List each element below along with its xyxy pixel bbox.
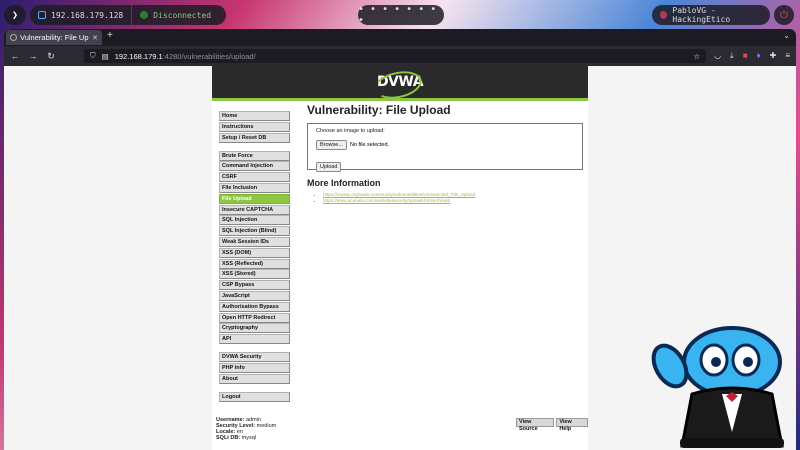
- security-level-value: medium: [256, 423, 277, 429]
- vpn-status: Disconnected: [153, 10, 212, 20]
- tab-vulnerability-file-upload[interactable]: Vulnerability: File Upload ✕: [6, 30, 102, 45]
- extension-icon[interactable]: ■: [743, 51, 748, 61]
- view-source-button[interactable]: View Source: [516, 418, 555, 432]
- dvwa-logo: DVWA: [376, 74, 424, 90]
- menu-item-authorisation-bypass[interactable]: Authorisation Bypass: [219, 301, 290, 312]
- vpn-icon: [140, 11, 149, 19]
- extensions-puzzle-icon[interactable]: ✚: [770, 51, 777, 61]
- fox-extension-icon[interactable]: ♦: [757, 51, 761, 61]
- menu-item-setup-reset-db[interactable]: Setup / Reset DB: [219, 132, 290, 143]
- user-label: PabloVG - HackingEtico: [672, 6, 731, 24]
- dvwa-header: DVWA: [212, 66, 588, 101]
- forward-arrow-icon[interactable]: →: [28, 51, 38, 61]
- back-arrow-icon[interactable]: ←: [10, 51, 20, 61]
- owasp-link[interactable]: https://owasp.org/www-community/vulnerab…: [323, 192, 475, 197]
- navigation-bar: ← → ↻ ⛉ ▤ 192.168.179.1 :4280/vulnerabil…: [4, 46, 796, 66]
- file-input[interactable]: Browse... No file selected.: [316, 140, 574, 150]
- workspace-switcher[interactable]: • • • • • • • •: [358, 4, 444, 26]
- mascot-illustration: [651, 326, 784, 448]
- menu-item-logout[interactable]: Logout: [219, 391, 290, 402]
- file-status: No file selected.: [349, 142, 390, 148]
- upload-form: Choose an image to upload: Browse... No …: [307, 123, 583, 172]
- terminal-status-pill[interactable]: 192.168.179.128 Disconnected: [30, 5, 226, 25]
- menu-item-api[interactable]: API: [219, 334, 290, 345]
- workspace-dots: • • • • • • • •: [358, 4, 437, 26]
- main-body: Vulnerability: File Upload Choose an ima…: [307, 103, 583, 204]
- more-info-title: More Information: [307, 178, 381, 188]
- sqli-db-value: mysql: [241, 435, 257, 441]
- view-help-button[interactable]: View Help: [556, 418, 588, 432]
- menu-item-weak-session-ids[interactable]: Weak Session IDs: [219, 236, 290, 247]
- toolbar-icons: ◡ ⤓ ■ ♦ ✚ ≡: [714, 51, 790, 61]
- menu-item-home[interactable]: Home: [219, 111, 290, 121]
- menu-item-open-http-redirect[interactable]: Open HTTP Redirect: [219, 312, 290, 323]
- menu-item-xss-stored[interactable]: XSS (Stored): [219, 269, 290, 280]
- upload-button[interactable]: Upload: [316, 162, 342, 172]
- arch-logo-icon: ❯: [11, 9, 19, 21]
- menu-group: Home Instructions Setup / Reset DB: [219, 111, 290, 143]
- menu-item-sql-injection[interactable]: SQL Injection: [219, 215, 290, 226]
- page-info-icon[interactable]: ▤: [102, 52, 109, 61]
- bookmark-star-icon[interactable]: ☆: [693, 52, 700, 61]
- tab-strip: Vulnerability: File Upload ✕ + ⌄: [4, 29, 796, 46]
- menu-group: Brute Force Command Injection CSRF File Inc…: [219, 150, 290, 345]
- user-icon: [660, 11, 668, 19]
- acunetix-link[interactable]: https://www.acunetix.com/websitesecurity…: [323, 198, 450, 203]
- browse-button[interactable]: Browse...: [316, 140, 347, 150]
- menu-item-csp-bypass[interactable]: CSP Bypass: [219, 280, 290, 291]
- page-title: Vulnerability: File Upload: [307, 103, 451, 117]
- dvwa-container: DVWA Home Instructions Setup / Reset DB Bru…: [212, 66, 588, 450]
- sqli-db-label: SQLi DB:: [216, 435, 241, 441]
- menu-item-sql-injection-blind[interactable]: SQL Injection (Blind): [219, 226, 290, 237]
- new-tab-button[interactable]: +: [107, 30, 113, 41]
- url-host: 192.168.179.1: [114, 51, 163, 61]
- menu-item-file-inclusion[interactable]: File Inclusion: [219, 182, 290, 193]
- session-info: Username: admin Security Level: medium L…: [216, 417, 276, 441]
- menu-item-csrf[interactable]: CSRF: [219, 172, 290, 183]
- menu-item-xss-reflected[interactable]: XSS (Reflected): [219, 258, 290, 269]
- user-pill[interactable]: PabloVG - HackingEtico: [652, 5, 770, 25]
- tab-close-icon[interactable]: ✕: [92, 34, 98, 42]
- terminal-host: 192.168.179.128: [51, 10, 124, 20]
- list-item: https://owasp.org/www-community/vulnerab…: [323, 192, 583, 197]
- footer-buttons: View Source View Help: [516, 418, 588, 432]
- menu-item-dvwa-security[interactable]: DVWA Security: [219, 352, 290, 363]
- menu-item-cryptography[interactable]: Cryptography: [219, 323, 290, 334]
- upload-prompt: Choose an image to upload:: [316, 128, 385, 134]
- tab-title: Vulnerability: File Upload: [20, 33, 90, 42]
- tab-list-chevron-icon[interactable]: ⌄: [783, 31, 790, 40]
- shield-icon[interactable]: ⛉: [90, 51, 96, 61]
- launcher-button[interactable]: ❯: [4, 5, 26, 25]
- power-icon: ⏻: [780, 9, 788, 21]
- menu-item-brute-force[interactable]: Brute Force: [219, 150, 290, 161]
- menu-group: DVWA Security PHP Info About: [219, 352, 290, 384]
- menu-item-command-injection[interactable]: Command Injection: [219, 161, 290, 172]
- menu-item-xss-dom[interactable]: XSS (DOM): [219, 247, 290, 258]
- url-bar[interactable]: ⛉ ▤ 192.168.179.1 :4280/vulnerabilities/…: [84, 49, 707, 63]
- terminal-host-segment[interactable]: 192.168.179.128: [30, 5, 133, 25]
- url-path: :4280/vulnerabilities/upload/: [162, 51, 256, 61]
- pocket-icon[interactable]: ◡: [714, 51, 721, 61]
- desktop-top-bar: ❯ 192.168.179.128 Disconnected • • • • •…: [0, 0, 800, 30]
- main-menu: Home Instructions Setup / Reset DB Brute Fo…: [219, 111, 290, 410]
- menu-item-about[interactable]: About: [219, 373, 290, 384]
- menu-item-php-info[interactable]: PHP Info: [219, 362, 290, 373]
- reload-icon[interactable]: ↻: [46, 51, 56, 62]
- menu-item-javascript[interactable]: JavaScript: [219, 290, 290, 301]
- list-item: https://www.acunetix.com/websitesecurity…: [323, 198, 583, 203]
- menu-group: Logout: [219, 391, 290, 402]
- menu-hamburger-icon[interactable]: ≡: [785, 51, 790, 61]
- page-favicon-icon: [10, 34, 17, 41]
- power-button[interactable]: ⏻: [774, 5, 794, 25]
- menu-item-file-upload[interactable]: File Upload: [219, 193, 290, 204]
- terminal-icon: [38, 11, 46, 19]
- menu-item-instructions[interactable]: Instructions: [219, 121, 290, 132]
- vpn-status-segment[interactable]: Disconnected: [132, 5, 219, 25]
- menu-item-insecure-captcha[interactable]: Insecure CAPTCHA: [219, 204, 290, 215]
- downloads-icon[interactable]: ⤓: [730, 51, 734, 61]
- more-info-links: https://owasp.org/www-community/vulnerab…: [307, 192, 583, 203]
